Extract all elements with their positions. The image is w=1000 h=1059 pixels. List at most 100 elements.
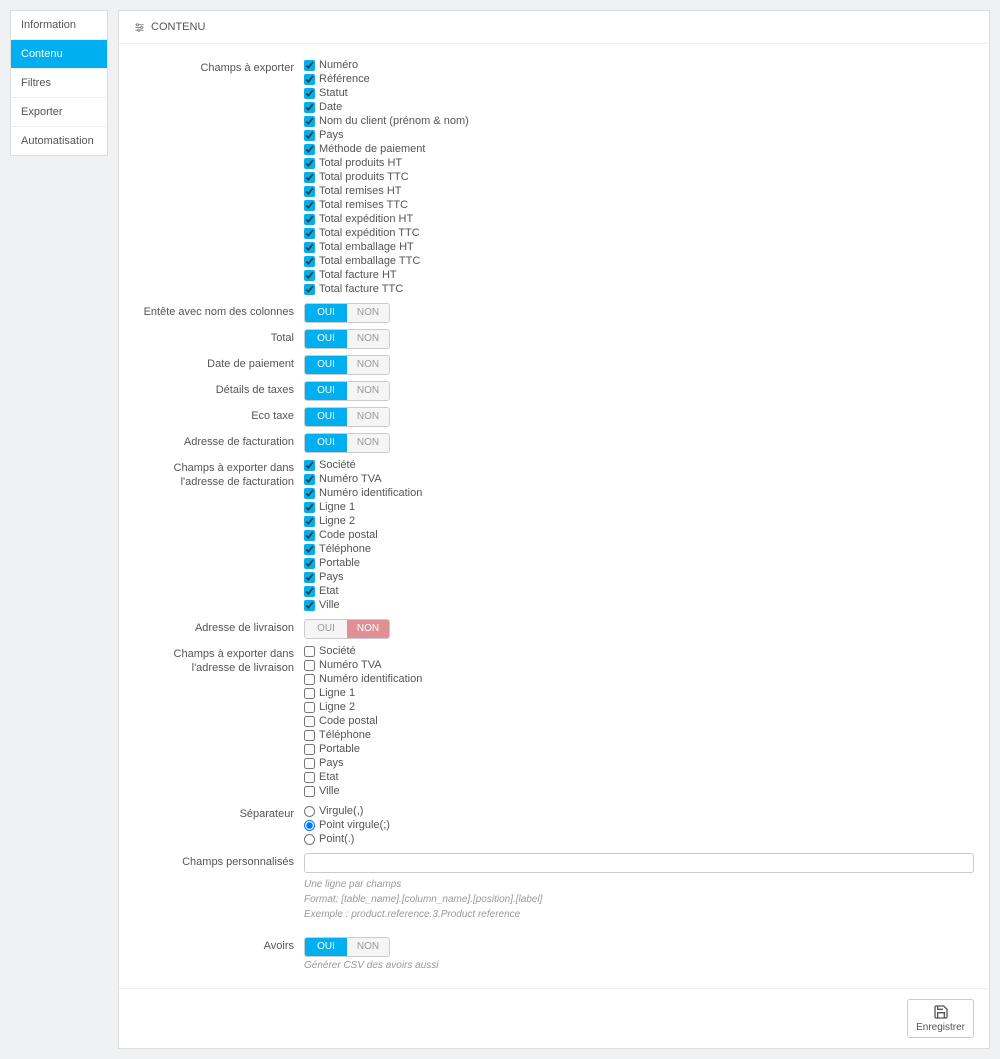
checkbox-item[interactable]: Nom du client (prénom & nom) xyxy=(304,115,974,128)
checkbox[interactable] xyxy=(304,242,315,253)
radio[interactable] xyxy=(304,820,315,831)
checkbox[interactable] xyxy=(304,74,315,85)
checkbox[interactable] xyxy=(304,488,315,499)
checkbox[interactable] xyxy=(304,228,315,239)
checkbox-item[interactable]: Pays xyxy=(304,757,974,770)
checkbox[interactable] xyxy=(304,200,315,211)
checkbox[interactable] xyxy=(304,600,315,611)
checkbox-item[interactable]: Total emballage TTC xyxy=(304,255,974,268)
checkbox[interactable] xyxy=(304,586,315,597)
sidebar-item-filtres[interactable]: Filtres xyxy=(11,69,107,98)
credits-toggle[interactable]: OUINON xyxy=(304,937,390,957)
checkbox-item[interactable]: Téléphone xyxy=(304,729,974,742)
checkbox[interactable] xyxy=(304,172,315,183)
radio-item[interactable]: Point(.) xyxy=(304,833,974,846)
checkbox[interactable] xyxy=(304,270,315,281)
checkbox[interactable] xyxy=(304,516,315,527)
checkbox[interactable] xyxy=(304,558,315,569)
billing-addr-toggle[interactable]: OUINON xyxy=(304,433,390,453)
checkbox[interactable] xyxy=(304,702,315,713)
checkbox[interactable] xyxy=(304,144,315,155)
sidebar-item-contenu[interactable]: Contenu xyxy=(11,40,107,69)
checkbox-item[interactable]: Ville xyxy=(304,785,974,798)
checkbox-item[interactable]: Pays xyxy=(304,571,974,584)
checkbox-item[interactable]: Statut xyxy=(304,87,974,100)
checkbox-item[interactable]: Pays xyxy=(304,129,974,142)
checkbox[interactable] xyxy=(304,786,315,797)
checkbox-item[interactable]: Total expédition TTC xyxy=(304,227,974,240)
checkbox-item[interactable]: Référence xyxy=(304,73,974,86)
payment-date-toggle[interactable]: OUINON xyxy=(304,355,390,375)
checkbox[interactable] xyxy=(304,730,315,741)
checkbox[interactable] xyxy=(304,660,315,671)
checkbox-item[interactable]: Numéro TVA xyxy=(304,659,974,672)
checkbox[interactable] xyxy=(304,716,315,727)
checkbox[interactable] xyxy=(304,88,315,99)
checkbox-label: Total expédition HT xyxy=(319,213,413,226)
checkbox-item[interactable]: Téléphone xyxy=(304,543,974,556)
checkbox-item[interactable]: Total expédition HT xyxy=(304,213,974,226)
checkbox[interactable] xyxy=(304,758,315,769)
checkbox[interactable] xyxy=(304,544,315,555)
checkbox[interactable] xyxy=(304,186,315,197)
checkbox-item[interactable]: Date xyxy=(304,101,974,114)
save-button[interactable]: Enregistrer xyxy=(907,999,974,1038)
checkbox-item[interactable]: Ligne 1 xyxy=(304,501,974,514)
delivery-addr-toggle[interactable]: OUINON xyxy=(304,619,390,639)
tax-details-toggle[interactable]: OUINON xyxy=(304,381,390,401)
radio-item[interactable]: Point virgule(;) xyxy=(304,819,974,832)
eco-tax-toggle[interactable]: OUINON xyxy=(304,407,390,427)
sidebar-item-automatisation[interactable]: Automatisation xyxy=(11,127,107,155)
checkbox-item[interactable]: Total remises TTC xyxy=(304,199,974,212)
checkbox[interactable] xyxy=(304,744,315,755)
checkbox-item[interactable]: Code postal xyxy=(304,715,974,728)
checkbox-item[interactable]: Ligne 1 xyxy=(304,687,974,700)
checkbox[interactable] xyxy=(304,214,315,225)
checkbox-item[interactable]: Total remises HT xyxy=(304,185,974,198)
checkbox-item[interactable]: Société xyxy=(304,459,974,472)
checkbox-item[interactable]: Numéro identification xyxy=(304,673,974,686)
checkbox-item[interactable]: Total produits HT xyxy=(304,157,974,170)
sidebar-item-exporter[interactable]: Exporter xyxy=(11,98,107,127)
checkbox-item[interactable]: Ligne 2 xyxy=(304,701,974,714)
checkbox[interactable] xyxy=(304,674,315,685)
checkbox[interactable] xyxy=(304,102,315,113)
checkbox-item[interactable]: Société xyxy=(304,645,974,658)
checkbox[interactable] xyxy=(304,130,315,141)
total-toggle[interactable]: OUINON xyxy=(304,329,390,349)
checkbox[interactable] xyxy=(304,502,315,513)
checkbox[interactable] xyxy=(304,530,315,541)
checkbox[interactable] xyxy=(304,256,315,267)
checkbox-item[interactable]: Total facture HT xyxy=(304,269,974,282)
checkbox-item[interactable]: Numéro xyxy=(304,59,974,72)
checkbox-item[interactable]: Méthode de paiement xyxy=(304,143,974,156)
checkbox-item[interactable]: Portable xyxy=(304,557,974,570)
checkbox[interactable] xyxy=(304,60,315,71)
checkbox-item[interactable]: Ville xyxy=(304,599,974,612)
custom-fields-input[interactable] xyxy=(304,853,974,873)
checkbox-item[interactable]: Ligne 2 xyxy=(304,515,974,528)
header-toggle[interactable]: OUINON xyxy=(304,303,390,323)
checkbox[interactable] xyxy=(304,116,315,127)
checkbox[interactable] xyxy=(304,158,315,169)
checkbox-item[interactable]: Numéro identification xyxy=(304,487,974,500)
sidebar-item-information[interactable]: Information xyxy=(11,11,107,40)
checkbox[interactable] xyxy=(304,572,315,583)
checkbox-item[interactable]: Code postal xyxy=(304,529,974,542)
checkbox[interactable] xyxy=(304,474,315,485)
checkbox-item[interactable]: Total facture TTC xyxy=(304,283,974,296)
checkbox-item[interactable]: Portable xyxy=(304,743,974,756)
radio-item[interactable]: Virgule(,) xyxy=(304,805,974,818)
checkbox[interactable] xyxy=(304,688,315,699)
radio[interactable] xyxy=(304,834,315,845)
checkbox-item[interactable]: Etat xyxy=(304,585,974,598)
checkbox[interactable] xyxy=(304,284,315,295)
checkbox[interactable] xyxy=(304,646,315,657)
checkbox-item[interactable]: Numéro TVA xyxy=(304,473,974,486)
checkbox[interactable] xyxy=(304,772,315,783)
checkbox[interactable] xyxy=(304,460,315,471)
checkbox-item[interactable]: Etat xyxy=(304,771,974,784)
checkbox-item[interactable]: Total emballage HT xyxy=(304,241,974,254)
radio[interactable] xyxy=(304,806,315,817)
checkbox-item[interactable]: Total produits TTC xyxy=(304,171,974,184)
